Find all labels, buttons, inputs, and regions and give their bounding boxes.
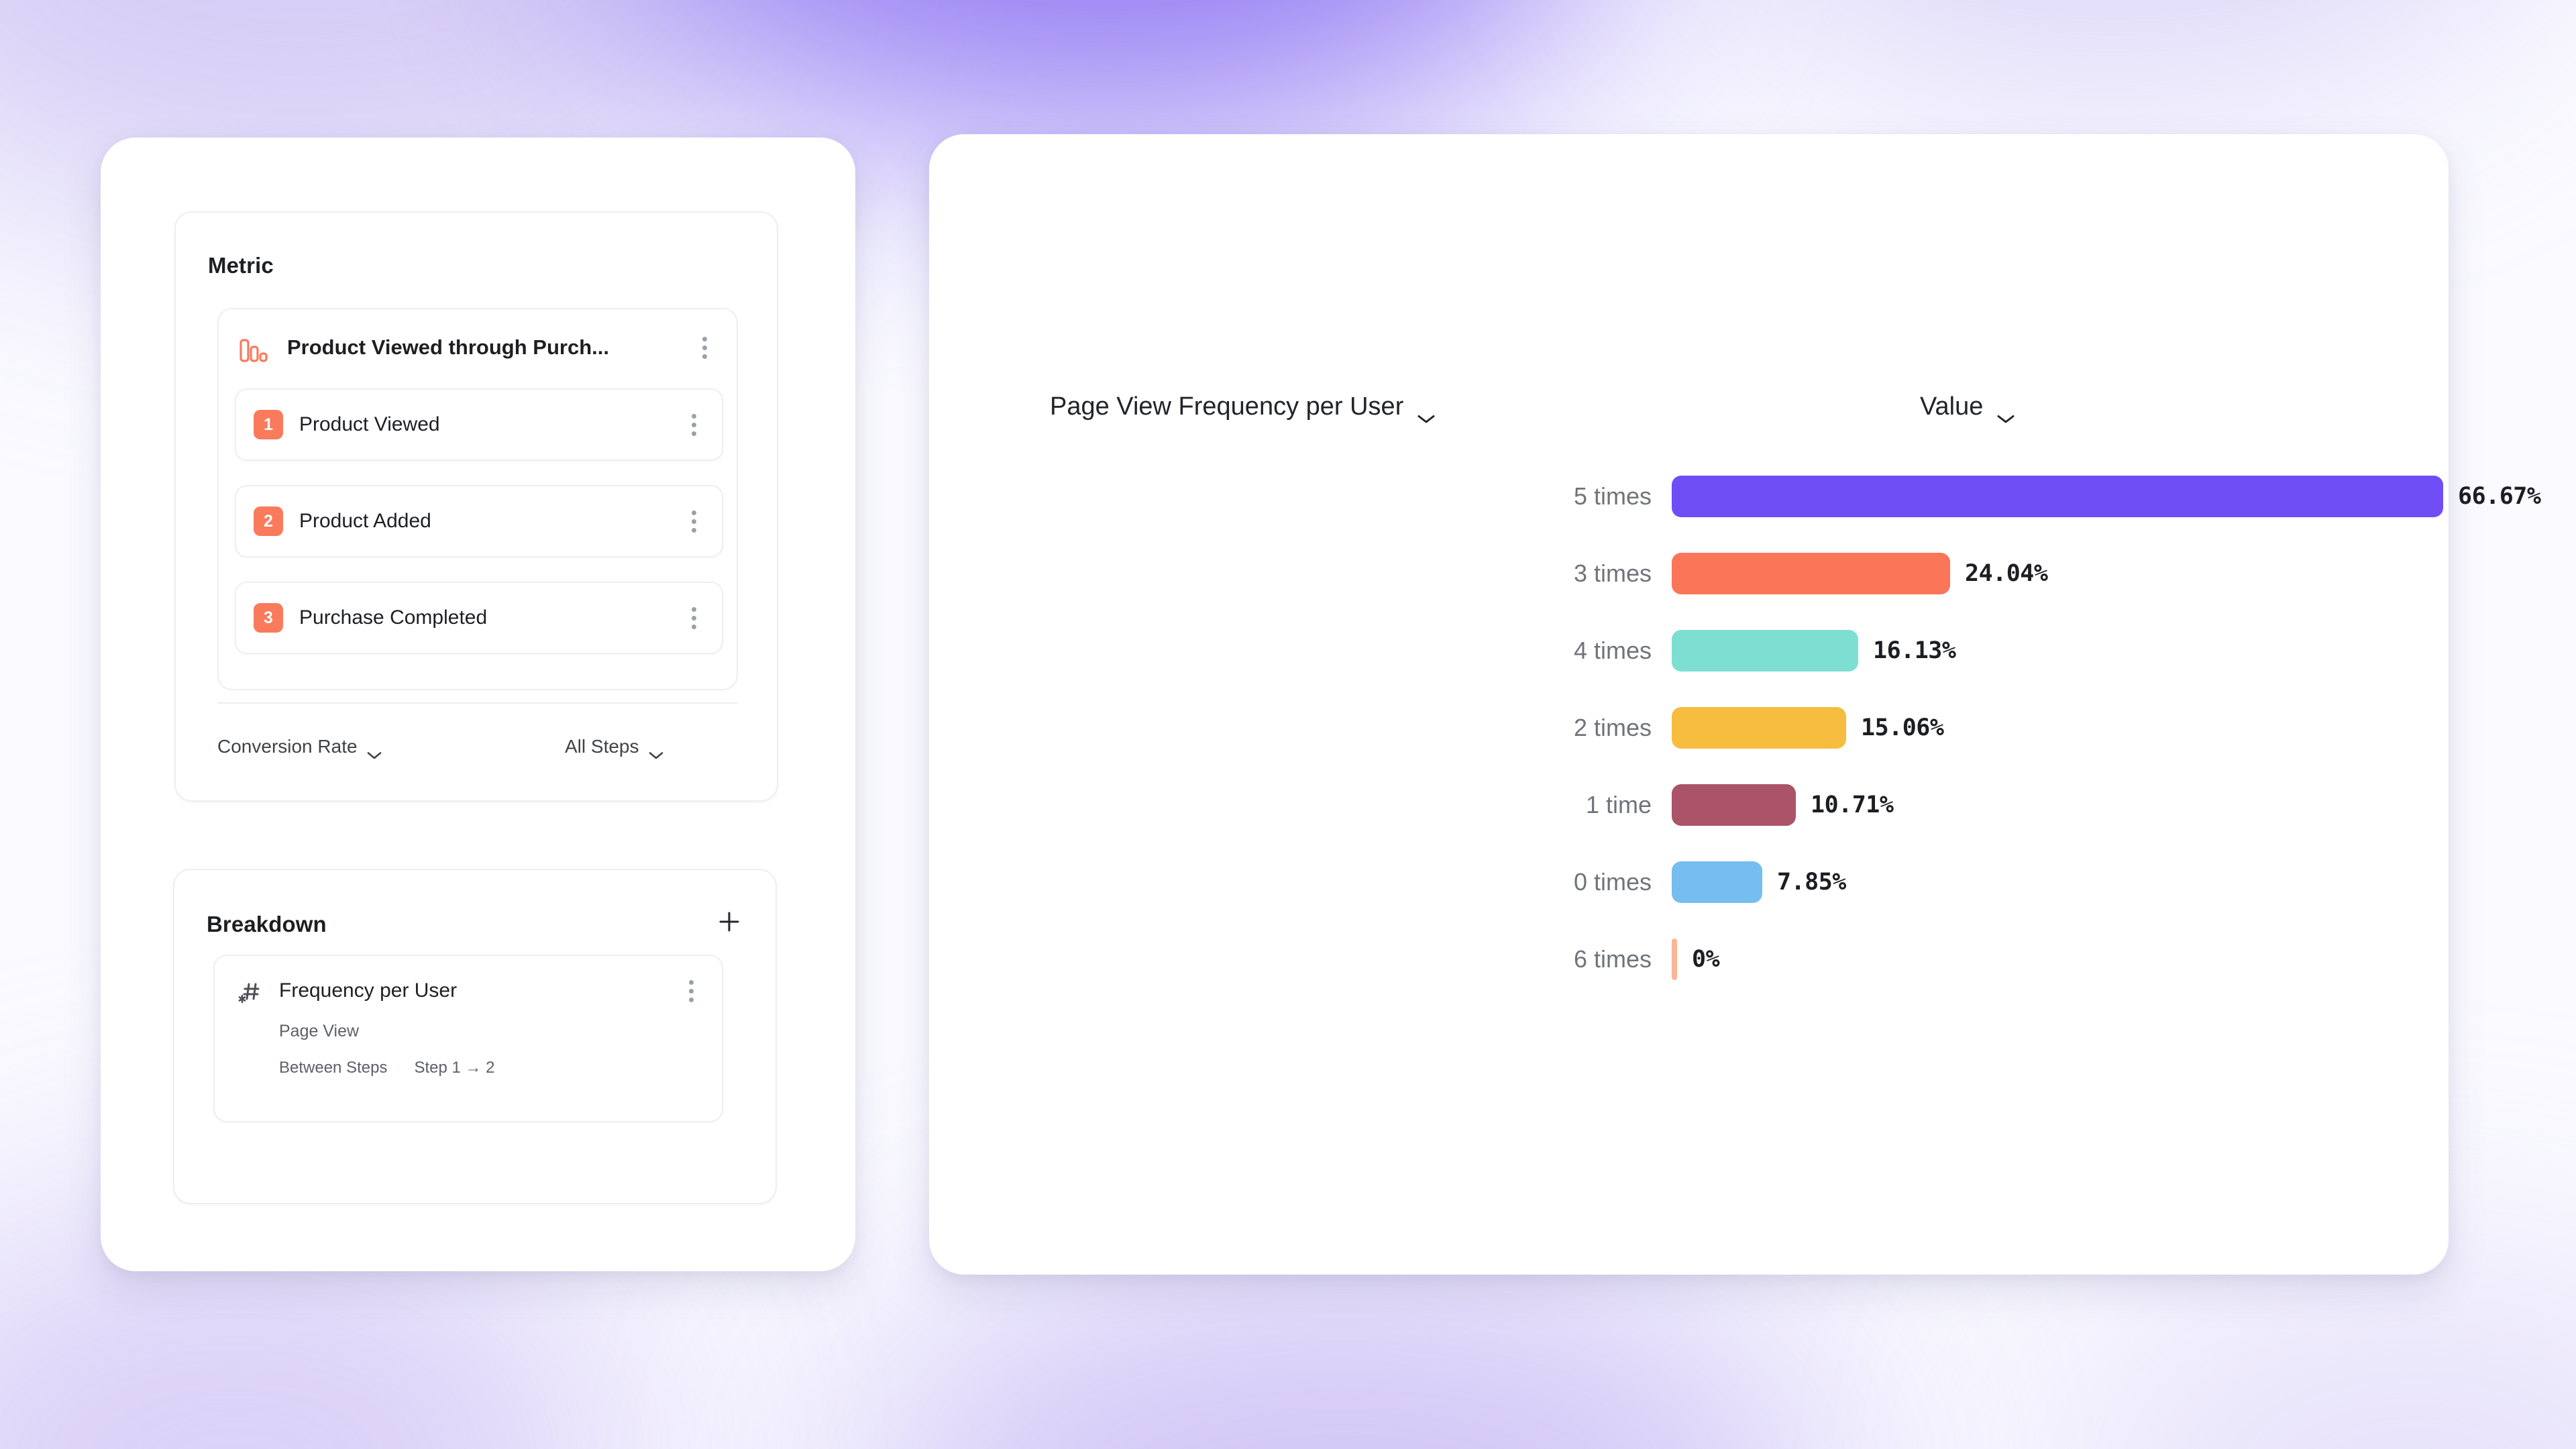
bar-and-value: 10.71%	[1672, 784, 1894, 826]
kebab-dot	[691, 527, 696, 533]
breakdown-item-meta: Between Steps Step 1 → 2	[279, 1059, 704, 1077]
breakdown-item-header: Frequency per User	[235, 975, 704, 1007]
kebab-dot	[688, 979, 694, 985]
metric-card-divider	[217, 702, 738, 704]
bar-category-label: 6 times	[1573, 945, 1652, 973]
bar-value-label: 16.13%	[1873, 637, 1956, 664]
chevron-down-icon	[1996, 402, 2015, 423]
bar-chart-row[interactable]: 2 times 15.06%	[929, 689, 2449, 766]
metric-card: Metric Product Viewed through Purch... 1…	[174, 211, 778, 802]
chevron-down-icon	[1417, 402, 1436, 423]
metric-step-row[interactable]: 3 Purchase Completed	[235, 582, 723, 654]
metric-step-row[interactable]: 1 Product Viewed	[235, 388, 723, 461]
bar-chart: 5 times 66.67% 3 times 24.04% 4 times 16.13% 2…	[929, 458, 2541, 998]
breakdown-item-title: Frequency per User	[279, 979, 458, 1002]
kebab-dot	[691, 615, 696, 621]
bar-category-label: 4 times	[1573, 636, 1652, 664]
hash-sparkle-icon	[235, 975, 267, 1007]
conversion-rate-select[interactable]: Conversion Rate	[217, 736, 382, 759]
breakdown-meta-label: Between Steps	[279, 1059, 388, 1077]
metric-options-menu[interactable]	[691, 333, 718, 362]
bar-chart-row[interactable]: 5 times 66.67%	[929, 458, 2541, 535]
bar-category-label: 2 times	[1573, 713, 1652, 741]
kebab-dot	[691, 519, 696, 524]
bar-and-value: 16.13%	[1672, 629, 1956, 672]
plus-icon	[718, 910, 741, 933]
breakdown-options-menu[interactable]	[678, 976, 704, 1006]
chevron-down-icon	[649, 743, 663, 759]
kebab-dot	[691, 422, 696, 427]
bar-segment[interactable]	[1672, 784, 1796, 826]
kebab-dot	[691, 606, 696, 612]
step-options-menu[interactable]	[680, 410, 707, 439]
bar-value-label: 10.71%	[1811, 791, 1894, 818]
bar-and-value: 66.67%	[1672, 475, 2541, 517]
bar-segment[interactable]	[1672, 861, 1762, 903]
bar-segment[interactable]	[1672, 938, 1677, 980]
conversion-rate-label: Conversion Rate	[217, 736, 358, 757]
metric-header-row[interactable]: Product Viewed through Purch...	[219, 309, 737, 386]
chart-dimension-select[interactable]: Page View Frequency per User	[1050, 392, 1436, 423]
app-stage: Metric Product Viewed through Purch... 1…	[0, 0, 2576, 1449]
bar-value-label: 66.67%	[2458, 482, 2541, 510]
step-label: Purchase Completed	[299, 606, 488, 629]
bar-chart-row[interactable]: 4 times 16.13%	[929, 612, 2449, 689]
bar-segment[interactable]	[1672, 475, 2443, 517]
bar-segment[interactable]	[1672, 629, 1858, 672]
breakdown-item-event: Page View	[279, 1022, 360, 1040]
kebab-dot	[691, 413, 696, 419]
step-number-badge: 1	[254, 410, 283, 439]
kebab-dot	[702, 336, 707, 341]
bar-value-label: 15.06%	[1861, 714, 1944, 741]
bar-chart-row[interactable]: 6 times 0%	[929, 920, 2449, 998]
step-number-badge: 3	[254, 603, 283, 633]
kebab-dot	[688, 997, 694, 1002]
metric-name: Product Viewed through Purch...	[287, 335, 609, 359]
breakdown-card-title: Breakdown	[207, 912, 327, 936]
breakdown-item[interactable]: Frequency per User Page View Between Ste…	[213, 955, 723, 1122]
bar-segment[interactable]	[1672, 706, 1846, 749]
chart-value-label: Value	[1920, 392, 1984, 421]
step-number-badge: 2	[254, 506, 283, 536]
metric-card-title: Metric	[208, 253, 274, 278]
bar-value-label: 24.04%	[1965, 559, 2048, 587]
bar-value-label: 7.85%	[1777, 868, 1846, 896]
bar-chart-icon	[239, 332, 274, 363]
metric-step-row[interactable]: 2 Product Added	[235, 485, 723, 557]
all-steps-select[interactable]: All Steps	[565, 736, 663, 759]
chart-dimension-label: Page View Frequency per User	[1050, 392, 1404, 421]
step-label: Product Viewed	[299, 413, 440, 435]
kebab-dot	[688, 988, 694, 994]
add-breakdown-button[interactable]	[711, 904, 747, 940]
kebab-dot	[691, 431, 696, 436]
kebab-dot	[702, 354, 707, 359]
metric-group: Product Viewed through Purch... 1 Produc…	[217, 308, 738, 690]
bar-chart-row[interactable]: 1 time 10.71%	[929, 766, 2449, 843]
bar-category-label: 3 times	[1573, 559, 1652, 587]
bar-chart-row[interactable]: 0 times 7.85%	[929, 843, 2449, 920]
bar-category-label: 5 times	[1573, 482, 1652, 510]
bar-category-label: 1 time	[1585, 790, 1652, 818]
kebab-dot	[691, 624, 696, 629]
bar-and-value: 15.06%	[1672, 706, 1944, 749]
bar-and-value: 24.04%	[1672, 552, 2048, 594]
all-steps-label: All Steps	[565, 736, 639, 757]
step-options-menu[interactable]	[680, 506, 707, 536]
bar-and-value: 0%	[1672, 938, 1720, 980]
bar-value-label: 0%	[1692, 945, 1720, 973]
chevron-down-icon	[367, 743, 382, 759]
breakdown-meta-value: Step 1 → 2	[414, 1059, 495, 1077]
step-options-menu[interactable]	[680, 603, 707, 633]
breakdown-card: Breakdown Frequency per User Page View B…	[173, 869, 777, 1204]
kebab-dot	[691, 510, 696, 515]
bar-chart-row[interactable]: 3 times 24.04%	[929, 535, 2449, 612]
chart-value-select[interactable]: Value	[1920, 392, 2015, 423]
kebab-dot	[702, 345, 707, 350]
config-panel: Metric Product Viewed through Purch... 1…	[101, 138, 855, 1271]
bar-category-label: 0 times	[1573, 867, 1652, 896]
bar-and-value: 7.85%	[1672, 861, 1846, 903]
step-label: Product Added	[299, 510, 431, 532]
bar-segment[interactable]	[1672, 552, 1950, 594]
